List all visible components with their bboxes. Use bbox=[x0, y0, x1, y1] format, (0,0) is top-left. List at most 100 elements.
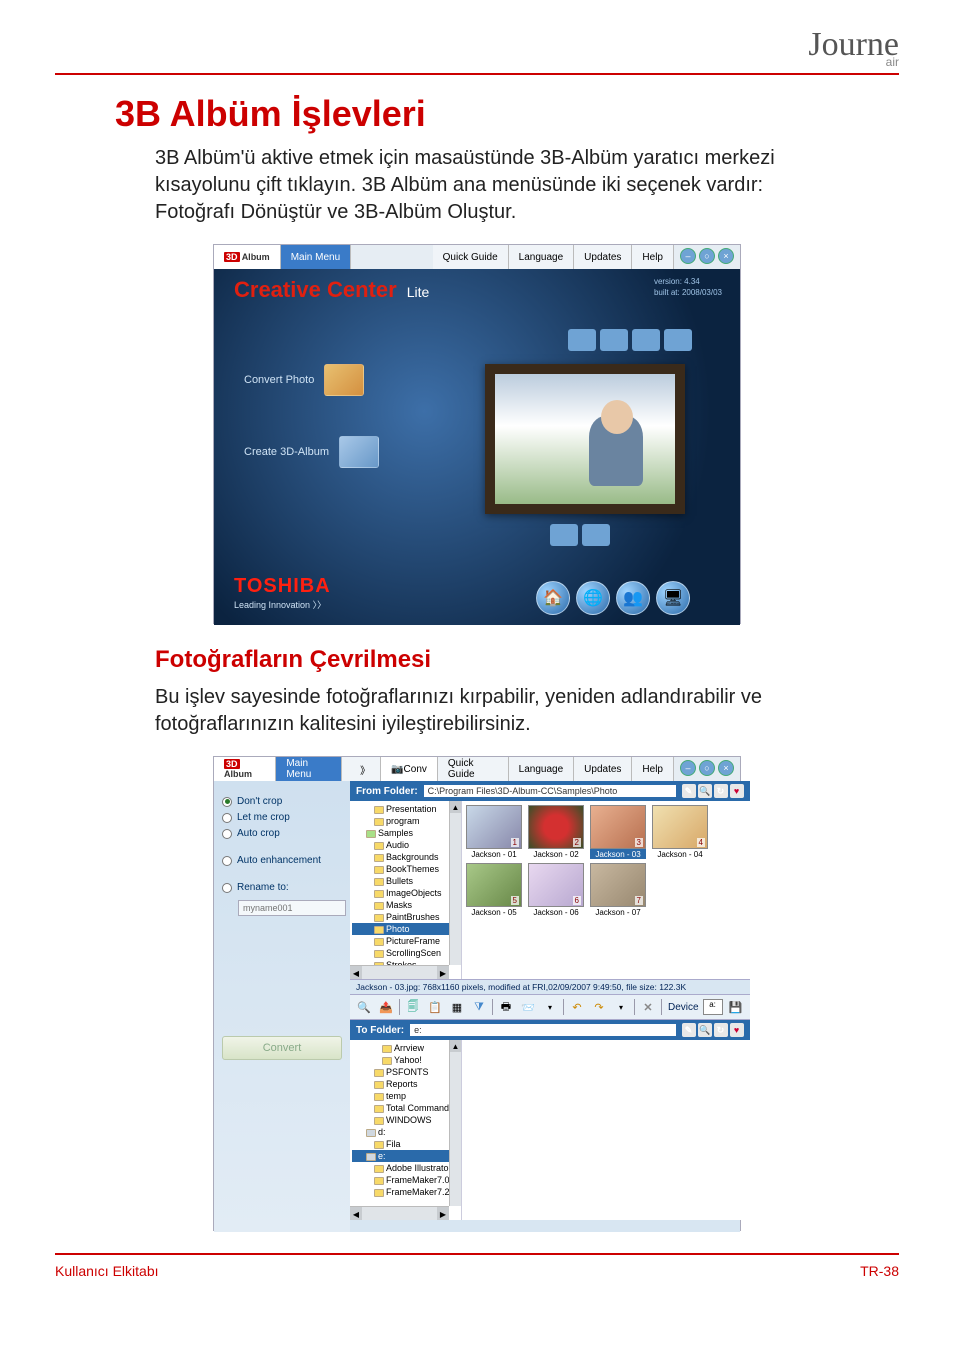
screenshot-convert-photo: 3D Album Main Menu 》 📷 Conv Quick Guide … bbox=[213, 756, 741, 1231]
screen-icon[interactable]: 🖥 bbox=[656, 581, 690, 615]
select-all-icon[interactable]: ▦ bbox=[448, 998, 466, 1016]
dropdown-icon[interactable]: ▾ bbox=[541, 998, 559, 1016]
tree-item: Fila bbox=[352, 1138, 459, 1150]
from-folder-label: From Folder: bbox=[356, 786, 418, 797]
rename-input[interactable] bbox=[238, 900, 346, 916]
screenshot-main-menu: 3D Album Main Menu Quick Guide Language … bbox=[213, 244, 741, 624]
tab-quick-guide-2[interactable]: Quick Guide bbox=[438, 757, 509, 781]
app-logo-tab: 3D Album bbox=[214, 245, 281, 269]
tree-item: PictureFrame bbox=[352, 935, 459, 947]
option-dont-crop[interactable]: Don't crop bbox=[222, 796, 342, 807]
redo-icon[interactable]: ↷ bbox=[590, 998, 608, 1016]
close-icon-2[interactable]: × bbox=[718, 760, 734, 776]
to-thumbnails-empty bbox=[462, 1040, 750, 1220]
device-selector[interactable]: a: bbox=[703, 999, 723, 1015]
favorite-icon[interactable]: ♥ bbox=[730, 1023, 744, 1037]
tree-scrollbar-v[interactable]: ▲ bbox=[449, 1040, 461, 1206]
thumbnail-selected[interactable]: 3Jackson - 03 bbox=[590, 805, 646, 859]
thumbnail[interactable]: 4Jackson - 04 bbox=[652, 805, 708, 859]
option-auto-crop[interactable]: Auto crop bbox=[222, 828, 342, 839]
home-icon[interactable]: 🏠 bbox=[536, 581, 570, 615]
tab-help-2[interactable]: Help bbox=[632, 757, 674, 781]
convert-toolbar: 🔍 📤 🗐 📋 ▦ ⧩ 🖶 📨 ▾ ↶ ↷ ▾ ✕ bbox=[350, 995, 750, 1020]
create-3d-album-button[interactable]: Create 3D-Album bbox=[244, 436, 379, 468]
dropdown-icon[interactable]: ▾ bbox=[612, 998, 630, 1016]
version-info: version: 4.34 built at: 2008/03/03 bbox=[654, 277, 722, 298]
app-tab-bar-2: 3D Album Main Menu 》 📷 Conv Quick Guide … bbox=[214, 757, 740, 781]
zoom-icon[interactable]: 🔍 bbox=[698, 784, 712, 798]
tree-item: Total Command bbox=[352, 1102, 459, 1114]
from-folder-tree[interactable]: Presentation program Samples Audio Backg… bbox=[350, 801, 462, 979]
maximize-icon-2[interactable]: ○ bbox=[699, 760, 715, 776]
tree-item-selected: Photo bbox=[352, 923, 459, 935]
magic-wand-icon[interactable]: ✎ bbox=[682, 1023, 696, 1037]
radio-icon bbox=[222, 856, 232, 866]
filter-icon[interactable]: ⧩ bbox=[470, 998, 488, 1016]
option-let-me-crop[interactable]: Let me crop bbox=[222, 812, 342, 823]
zoom-icon[interactable]: 🔍 bbox=[698, 1023, 712, 1037]
thumbnail[interactable]: 7Jackson - 07 bbox=[590, 863, 646, 917]
option-auto-enhancement[interactable]: Auto enhancement bbox=[222, 855, 342, 866]
maximize-icon[interactable]: ○ bbox=[699, 248, 715, 264]
minimize-icon[interactable]: – bbox=[680, 248, 696, 264]
refresh-icon[interactable]: ↻ bbox=[714, 784, 728, 798]
tree-item: Bullets bbox=[352, 875, 459, 887]
favorite-icon[interactable]: ♥ bbox=[730, 784, 744, 798]
tree-scrollbar-v[interactable]: ▲ bbox=[449, 801, 461, 965]
tab-language[interactable]: Language bbox=[509, 245, 575, 269]
thumbnail[interactable]: 6Jackson - 06 bbox=[528, 863, 584, 917]
section-paragraph: Bu işlev sayesinde fotoğraflarınızı kırp… bbox=[155, 684, 839, 738]
tab-updates[interactable]: Updates bbox=[574, 245, 632, 269]
tree-item: FrameMaker7.0 bbox=[352, 1174, 459, 1186]
close-icon[interactable]: × bbox=[718, 248, 734, 264]
print-icon[interactable]: 🖶 bbox=[497, 998, 515, 1016]
delete-icon[interactable]: ✕ bbox=[639, 998, 657, 1016]
globe-icon[interactable]: 🌐 bbox=[576, 581, 610, 615]
tab-quick-guide[interactable]: Quick Guide bbox=[433, 245, 509, 269]
to-folder-tree[interactable]: Arrview Yahoo! PSFONTS Reports temp Tota… bbox=[350, 1040, 462, 1220]
tree-item: d: bbox=[352, 1126, 459, 1138]
tree-scrollbar-h[interactable]: ◀▶ bbox=[350, 965, 449, 979]
radio-icon bbox=[222, 813, 232, 823]
email-icon[interactable]: 📨 bbox=[519, 998, 537, 1016]
export-icon[interactable]: 📤 bbox=[377, 998, 395, 1016]
tree-item: Masks bbox=[352, 899, 459, 911]
app-logo-tab-2: 3D Album bbox=[214, 757, 276, 781]
thumbnail[interactable]: 1Jackson - 01 bbox=[466, 805, 522, 859]
app-title: Creative Center Lite bbox=[234, 277, 429, 303]
option-rename-to[interactable]: Rename to: bbox=[222, 882, 342, 893]
photo-frame-preview bbox=[485, 364, 685, 514]
tab-help[interactable]: Help bbox=[632, 245, 674, 269]
tree-item: BookThemes bbox=[352, 863, 459, 875]
tab-main-menu-2[interactable]: Main Menu bbox=[276, 757, 342, 781]
undo-icon[interactable]: ↶ bbox=[568, 998, 586, 1016]
section-heading: Fotoğrafların Çevrilmesi bbox=[155, 646, 899, 674]
app-tab-bar: 3D Album Main Menu Quick Guide Language … bbox=[214, 245, 740, 269]
from-folder-header: From Folder: C:\Program Files\3D-Album-C… bbox=[350, 781, 750, 801]
convert-button[interactable]: Convert bbox=[222, 1036, 342, 1060]
thumbnail[interactable]: 5Jackson - 05 bbox=[466, 863, 522, 917]
convert-options-panel: Don't crop Let me crop Auto crop Auto en… bbox=[214, 781, 350, 1232]
users-icon[interactable]: 👥 bbox=[616, 581, 650, 615]
convert-photo-icon bbox=[324, 364, 364, 396]
thumbnail[interactable]: 2Jackson - 02 bbox=[528, 805, 584, 859]
intro-paragraph: 3B Albüm'ü aktive etmek için masaüstünde… bbox=[155, 145, 839, 226]
tree-item: Yahoo! bbox=[352, 1054, 459, 1066]
device-icon[interactable]: 💾 bbox=[727, 998, 745, 1016]
convert-photo-button[interactable]: Convert Photo bbox=[244, 364, 379, 396]
tree-item: program bbox=[352, 815, 459, 827]
refresh-icon[interactable]: ↻ bbox=[714, 1023, 728, 1037]
paste-icon[interactable]: 📋 bbox=[426, 998, 444, 1016]
copy-icon[interactable]: 🗐 bbox=[404, 998, 422, 1016]
tab-updates-2[interactable]: Updates bbox=[574, 757, 632, 781]
tab-language-2[interactable]: Language bbox=[509, 757, 575, 781]
tree-item: Presentation bbox=[352, 803, 459, 815]
magic-wand-icon[interactable]: ✎ bbox=[682, 784, 696, 798]
tree-item: Samples bbox=[352, 827, 459, 839]
tree-item-selected: e: bbox=[352, 1150, 459, 1162]
to-folder-label: To Folder: bbox=[356, 1025, 404, 1036]
rotate-left-icon[interactable]: 🔍 bbox=[355, 998, 373, 1016]
tree-scrollbar-h[interactable]: ◀▶ bbox=[350, 1206, 449, 1220]
tab-main-menu[interactable]: Main Menu bbox=[281, 245, 351, 269]
minimize-icon-2[interactable]: – bbox=[680, 760, 696, 776]
